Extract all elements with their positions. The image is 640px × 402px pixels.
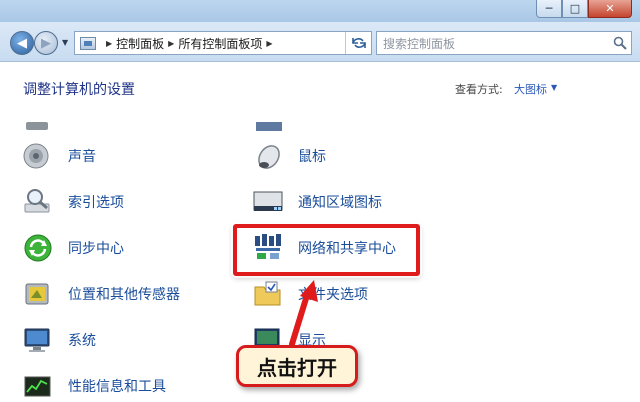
arrow-pointer-icon <box>289 280 318 347</box>
chevron-right-icon[interactable]: ▶ <box>106 39 112 48</box>
item-label[interactable]: 性能信息和工具 <box>68 376 166 396</box>
sync-icon <box>22 232 54 264</box>
chevron-down-icon[interactable]: ▼ <box>551 83 557 92</box>
window-controls: ─ □ ✕ <box>536 0 632 18</box>
scroll-clip <box>0 110 640 122</box>
item-performance[interactable]: 性能信息和工具 <box>22 368 166 402</box>
maximize-button[interactable]: □ <box>562 0 588 18</box>
close-button[interactable]: ✕ <box>588 0 632 18</box>
highlight-box <box>233 224 420 276</box>
speaker-icon <box>22 140 54 172</box>
navigation-bar: ◀ ▶ ▼ ▶ 控制面板 ▶ 所有控制面板项 ▶ 搜索控制面板 <box>0 22 640 62</box>
search-icon <box>613 36 627 50</box>
chevron-right-icon[interactable]: ▶ <box>168 39 174 48</box>
item-system[interactable]: 系统 <box>22 322 96 358</box>
callout-label: 点击打开 <box>236 345 358 387</box>
search-input[interactable]: 搜索控制面板 <box>376 31 632 55</box>
item-notification-area-icons[interactable]: 通知区域图标 <box>252 184 382 220</box>
content-area: 调整计算机的设置 查看方式: 大图标 ▼ 声音 索引选项 同步中心 位置和其他传… <box>0 62 640 402</box>
mouse-icon <box>252 140 284 172</box>
chevron-right-icon[interactable]: ▶ <box>266 39 272 48</box>
item-sound[interactable]: 声音 <box>22 138 96 174</box>
window-titlebar: ─ □ ✕ <box>0 0 640 22</box>
magnifier-icon <box>22 186 54 218</box>
taskbar-icon <box>252 186 284 218</box>
view-by-dropdown[interactable]: 大图标 <box>514 81 547 97</box>
computer-icon <box>22 324 54 356</box>
breadcrumb-control-panel[interactable]: 控制面板 <box>116 35 164 52</box>
back-button[interactable]: ◀ <box>10 31 34 55</box>
item-label[interactable]: 通知区域图标 <box>298 192 382 212</box>
item-location-sensors[interactable]: 位置和其他传感器 <box>22 276 180 312</box>
refresh-icon <box>351 38 366 48</box>
item-label[interactable]: 鼠标 <box>298 146 326 166</box>
item-label[interactable]: 系统 <box>68 330 96 350</box>
view-by-label: 查看方式: <box>455 83 503 96</box>
item-sync-center[interactable]: 同步中心 <box>22 230 124 266</box>
item-mouse[interactable]: 鼠标 <box>252 138 326 174</box>
address-bar[interactable]: ▶ 控制面板 ▶ 所有控制面板项 ▶ <box>74 31 372 55</box>
minimize-button[interactable]: ─ <box>536 0 562 18</box>
item-label[interactable]: 同步中心 <box>68 238 124 258</box>
control-panel-icon <box>80 36 96 50</box>
item-indexing-options[interactable]: 索引选项 <box>22 184 124 220</box>
breadcrumb-all-items[interactable]: 所有控制面板项 <box>178 35 262 52</box>
item-label[interactable]: 位置和其他传感器 <box>68 284 180 304</box>
forward-button[interactable]: ▶ <box>34 31 58 55</box>
item-label[interactable]: 索引选项 <box>68 192 124 212</box>
search-button[interactable] <box>609 32 631 54</box>
performance-icon <box>22 370 54 402</box>
sensor-icon <box>22 278 54 310</box>
item-label[interactable]: 声音 <box>68 146 96 166</box>
search-placeholder: 搜索控制面板 <box>383 36 456 51</box>
refresh-button[interactable] <box>345 32 371 54</box>
page-title: 调整计算机的设置 <box>23 82 135 98</box>
recent-pages-dropdown-icon[interactable]: ▼ <box>62 38 68 47</box>
